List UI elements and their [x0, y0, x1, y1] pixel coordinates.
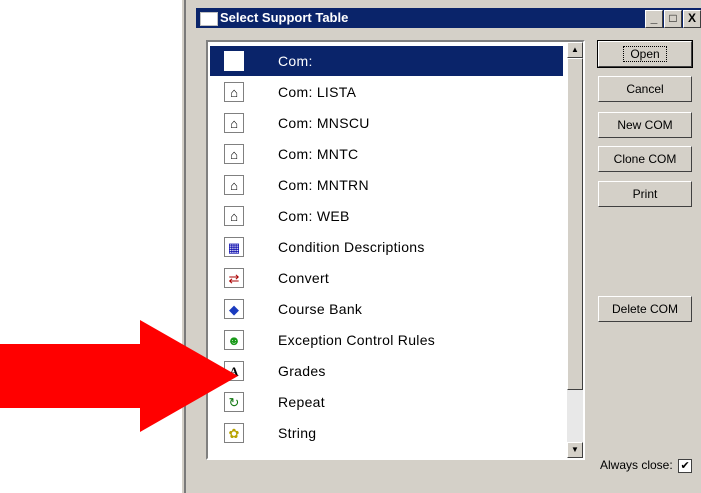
list-item[interactable]: ⌂ Com: MNTC — [210, 139, 563, 169]
list-item[interactable]: ⌂ Com: — [210, 46, 563, 76]
close-button[interactable]: X — [683, 10, 701, 28]
maximize-button[interactable]: □ — [664, 10, 682, 28]
select-support-table-dialog: Select Support Table _ □ X ⌂ Com: ⌂ Com:… — [186, 0, 701, 493]
list-item[interactable]: ◆ Course Bank — [210, 294, 563, 324]
always-close-checkbox[interactable]: ✔ — [678, 458, 693, 473]
title-bar[interactable]: Select Support Table _ □ X — [196, 8, 701, 28]
com-icon: ⌂ — [224, 113, 244, 133]
list-item-label: Exception Control Rules — [278, 332, 436, 348]
list-item-label: Course Bank — [278, 301, 363, 317]
window-title: Select Support Table — [220, 10, 349, 25]
delete-com-button[interactable]: Delete COM — [598, 296, 692, 322]
support-table-list[interactable]: ⌂ Com: ⌂ Com: LISTA ⌂ Com: MNSCU ⌂ Com: … — [206, 40, 585, 460]
list-item-label: Convert — [278, 270, 330, 286]
list-item-label: Com: — [278, 53, 313, 69]
minimize-button[interactable]: _ — [645, 10, 663, 28]
convert-icon: ⇄ — [224, 268, 244, 288]
always-close-option[interactable]: Always close: ✔ — [600, 458, 693, 473]
list-item[interactable]: ▦ Condition Descriptions — [210, 232, 563, 262]
scroll-up-icon[interactable]: ▲ — [567, 42, 583, 58]
list-item[interactable]: ☻ Exception Control Rules — [210, 325, 563, 355]
list-item[interactable]: ✿ String — [210, 418, 563, 448]
list-item-label: Com: WEB — [278, 208, 350, 224]
com-icon: ⌂ — [224, 175, 244, 195]
list-item[interactable]: A Grades — [210, 356, 563, 386]
list-item-label: Grades — [278, 363, 326, 379]
list-item[interactable]: ⌂ Com: LISTA — [210, 77, 563, 107]
list-item-label: Com: MNTC — [278, 146, 359, 162]
course-bank-icon: ◆ — [224, 299, 244, 319]
window-icon — [200, 12, 218, 26]
list-item-label: Com: MNTRN — [278, 177, 369, 193]
always-close-label: Always close: — [600, 458, 673, 472]
list-item[interactable]: ⌂ Com: WEB — [210, 201, 563, 231]
com-icon: ⌂ — [224, 206, 244, 226]
com-icon: ⌂ — [224, 144, 244, 164]
list-item-label: String — [278, 425, 317, 441]
red-arrow-icon — [0, 320, 238, 432]
com-icon: ⌂ — [224, 82, 244, 102]
list-item[interactable]: ↻ Repeat — [210, 387, 563, 417]
list-item-label: Com: LISTA — [278, 84, 357, 100]
new-com-button[interactable]: New COM — [598, 112, 692, 138]
list-item[interactable]: ⇄ Convert — [210, 263, 563, 293]
open-button-label: Open — [623, 46, 667, 62]
com-icon: ⌂ — [224, 51, 244, 71]
scroll-thumb[interactable] — [567, 58, 583, 390]
list-item[interactable]: ⌂ Com: MNTRN — [210, 170, 563, 200]
list-item-label: Condition Descriptions — [278, 239, 425, 255]
list-item[interactable]: ⌂ Com: MNSCU — [210, 108, 563, 138]
open-button[interactable]: Open — [597, 40, 693, 68]
clone-com-button[interactable]: Clone COM — [598, 146, 692, 172]
scroll-down-icon[interactable]: ▼ — [567, 442, 583, 458]
list-item-label: Repeat — [278, 394, 325, 410]
print-button[interactable]: Print — [598, 181, 692, 207]
vertical-scrollbar[interactable]: ▲ ▼ — [567, 42, 583, 458]
list-item-label: Com: MNSCU — [278, 115, 370, 131]
condition-descriptions-icon: ▦ — [224, 237, 244, 257]
cancel-button[interactable]: Cancel — [598, 76, 692, 102]
